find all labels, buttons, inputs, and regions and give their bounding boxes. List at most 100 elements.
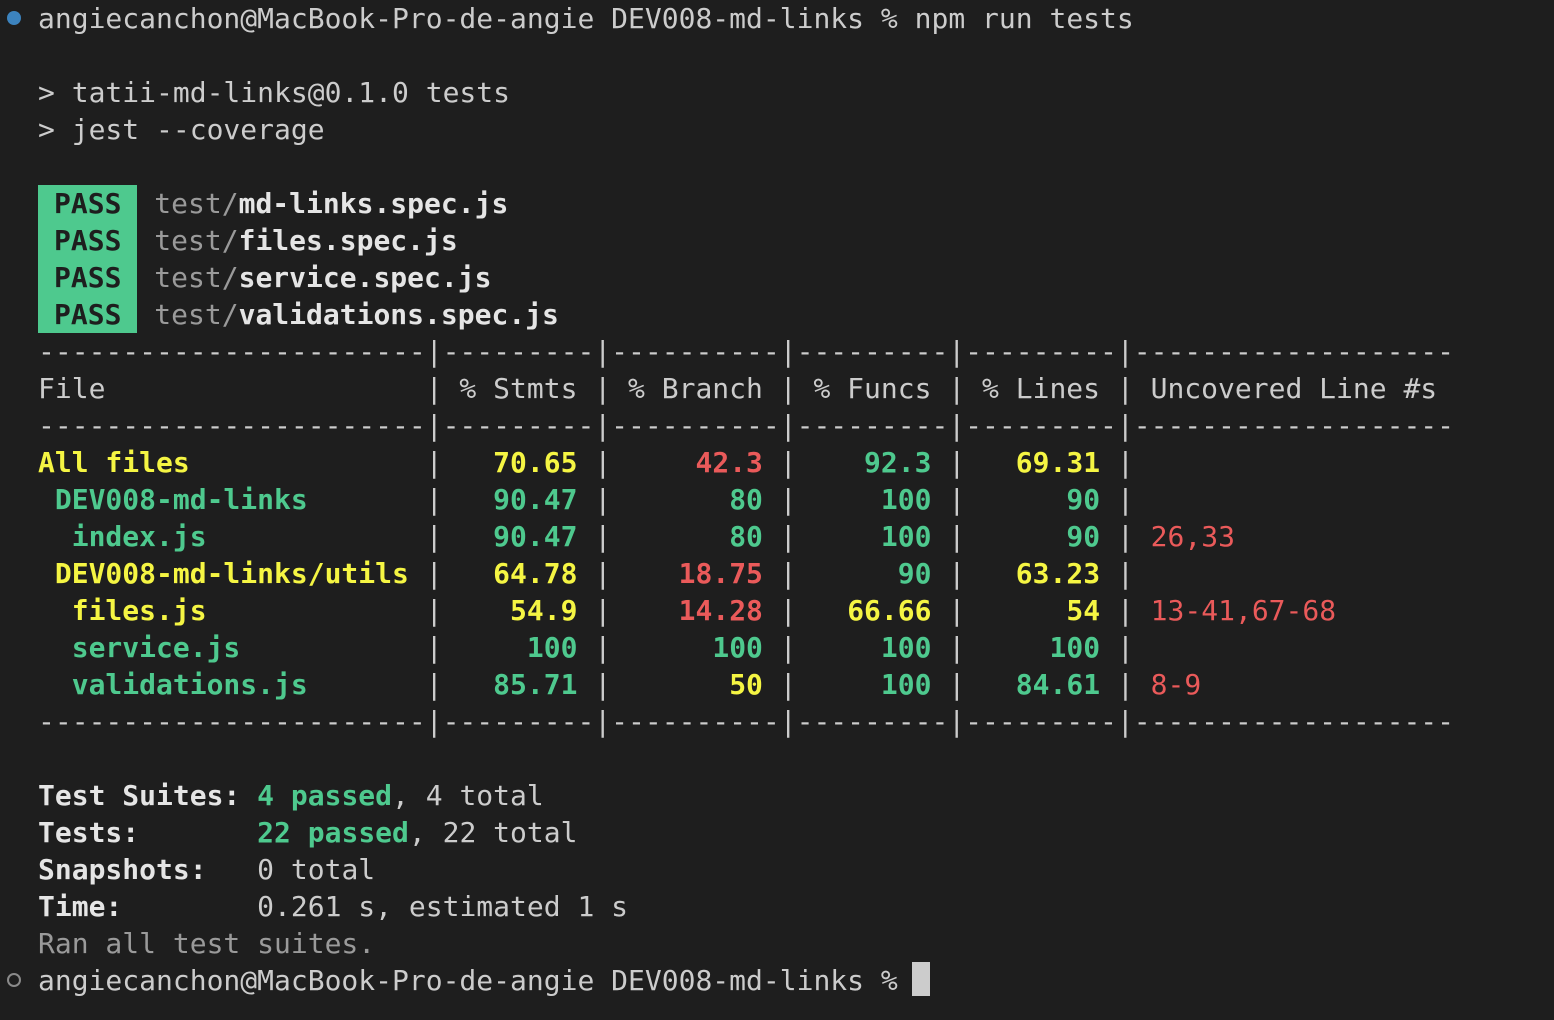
- coverage-funcs: 66.66: [813, 594, 932, 627]
- test-dir: test/: [154, 261, 239, 294]
- column-divider: |: [594, 483, 612, 516]
- coverage-row: files.js | 54.9 | 14.28 | 66.66 | 54 | 1…: [38, 592, 1336, 629]
- script-echo-line: > tatii-md-links@0.1.0 tests: [38, 76, 511, 109]
- coverage-stmts: 54.9: [459, 594, 578, 627]
- column-divider: |: [594, 594, 612, 627]
- test-result-line: PASS test/files.spec.js: [38, 222, 458, 259]
- column-divider: |: [1116, 483, 1134, 516]
- summary-snapshots: Snapshots: 0 total: [38, 851, 375, 888]
- column-divider: |: [594, 557, 612, 590]
- column-divider: |: [948, 520, 966, 553]
- column-divider: |: [1116, 557, 1134, 590]
- coverage-row: service.js | 100 | 100 | 100 | 100 |: [38, 629, 1134, 666]
- coverage-table-separator: -----------------------|---------|------…: [38, 335, 1455, 368]
- column-divider: |: [779, 520, 797, 553]
- column-divider: |: [948, 557, 966, 590]
- coverage-branch: 18.75: [628, 557, 763, 590]
- coverage-funcs: 100: [813, 520, 932, 553]
- coverage-lines: 100: [982, 631, 1101, 664]
- coverage-file-name: All files: [38, 446, 190, 479]
- column-divider: |: [779, 483, 797, 516]
- summary-ran-all: Ran all test suites.: [38, 927, 376, 960]
- terminal-window[interactable]: angiecanchon@MacBook-Pro-de-angie DEV008…: [0, 0, 1554, 1020]
- coverage-file-name: files.js: [38, 594, 207, 627]
- summary-value: 0 total: [257, 853, 376, 886]
- column-divider: |: [425, 668, 443, 701]
- prompt-command: npm run tests: [914, 2, 1134, 35]
- column-divider: |: [425, 446, 443, 479]
- coverage-row: index.js | 90.47 | 80 | 100 | 90 | 26,33: [38, 518, 1235, 555]
- coverage-file-name: DEV008-md-links/utils: [38, 557, 409, 590]
- test-dir: test/: [154, 187, 239, 220]
- pass-badge: PASS: [38, 296, 138, 333]
- summary-test-suites: Test Suites: 4 passed, 4 total: [38, 777, 544, 814]
- column-divider: |: [779, 631, 797, 664]
- test-dir: test/: [154, 224, 239, 257]
- coverage-branch: 80: [628, 483, 763, 516]
- coverage-lines: 69.31: [982, 446, 1101, 479]
- coverage-branch: 14.28: [628, 594, 763, 627]
- column-divider: |: [425, 520, 443, 553]
- column-divider: |: [779, 446, 797, 479]
- column-divider: |: [1116, 446, 1134, 479]
- column-divider: |: [1116, 668, 1134, 701]
- summary-tests: Tests: 22 passed, 22 total: [38, 814, 577, 851]
- terminal-cursor[interactable]: [911, 962, 930, 996]
- prompt-cwd: DEV008-md-links: [611, 964, 865, 997]
- coverage-stmts: 90.47: [459, 483, 578, 516]
- coverage-row: DEV008-md-links/utils | 64.78 | 18.75 | …: [38, 555, 1134, 592]
- column-divider: |: [779, 594, 797, 627]
- pass-badge: PASS: [38, 185, 138, 222]
- summary-passed: 4 passed: [257, 779, 393, 812]
- coverage-lines: 63.23: [982, 557, 1101, 590]
- command-status-dot-icon[interactable]: [7, 11, 21, 25]
- column-divider: |: [425, 631, 443, 664]
- coverage-stmts: 64.78: [459, 557, 578, 590]
- script-echo-line: > jest --coverage: [38, 113, 325, 146]
- coverage-uncovered-lines: 13-41,67-68: [1150, 594, 1337, 627]
- summary-time: Time: 0.261 s, estimated 1 s: [38, 888, 628, 925]
- coverage-file-name: index.js: [38, 520, 207, 553]
- pass-badge: PASS: [38, 222, 138, 259]
- coverage-file-name: validations.js: [38, 668, 308, 701]
- column-divider: |: [425, 557, 443, 590]
- prompt-cwd: DEV008-md-links: [611, 2, 865, 35]
- test-result-line: PASS test/md-links.spec.js: [38, 185, 508, 222]
- coverage-row: All files | 70.65 | 42.3 | 92.3 | 69.31 …: [38, 444, 1134, 481]
- summary-total: , 22 total: [408, 816, 578, 849]
- column-divider: |: [948, 483, 966, 516]
- coverage-stmts: 100: [459, 631, 578, 664]
- coverage-funcs: 90: [813, 557, 932, 590]
- test-file: files.spec.js: [238, 224, 458, 257]
- summary-label: Snapshots:: [38, 853, 207, 886]
- column-divider: |: [594, 520, 612, 553]
- coverage-branch: 42.3: [628, 446, 763, 479]
- coverage-table-separator: -----------------------|---------|------…: [38, 409, 1455, 442]
- column-divider: |: [1116, 631, 1134, 664]
- column-divider: |: [948, 446, 966, 479]
- coverage-lines: 90: [982, 520, 1101, 553]
- coverage-stmts: 90.47: [459, 520, 578, 553]
- coverage-funcs: 100: [813, 631, 932, 664]
- command-status-dot-icon[interactable]: [7, 973, 21, 987]
- summary-passed: 22 passed: [257, 816, 409, 849]
- command-prompt-line: angiecanchon@MacBook-Pro-de-angie DEV008…: [38, 0, 1134, 37]
- column-divider: |: [779, 668, 797, 701]
- command-prompt-line[interactable]: angiecanchon@MacBook-Pro-de-angie DEV008…: [38, 962, 930, 999]
- coverage-uncovered-lines: 8-9: [1150, 668, 1202, 701]
- coverage-row: validations.js | 85.71 | 50 | 100 | 84.6…: [38, 666, 1202, 703]
- coverage-funcs: 92.3: [813, 446, 932, 479]
- column-divider: |: [594, 668, 612, 701]
- coverage-uncovered-lines: 26,33: [1150, 520, 1235, 553]
- column-divider: |: [425, 594, 443, 627]
- test-result-line: PASS test/service.spec.js: [38, 259, 491, 296]
- coverage-lines: 54: [982, 594, 1101, 627]
- coverage-file-name: service.js: [38, 631, 241, 664]
- test-dir: test/: [154, 298, 239, 331]
- column-divider: |: [1116, 520, 1134, 553]
- test-file: md-links.spec.js: [238, 187, 509, 220]
- coverage-funcs: 100: [813, 483, 932, 516]
- summary-label: Test Suites:: [38, 779, 241, 812]
- coverage-table-header: File | % Stmts | % Branch | % Funcs | % …: [38, 372, 1455, 405]
- coverage-branch: 100: [628, 631, 763, 664]
